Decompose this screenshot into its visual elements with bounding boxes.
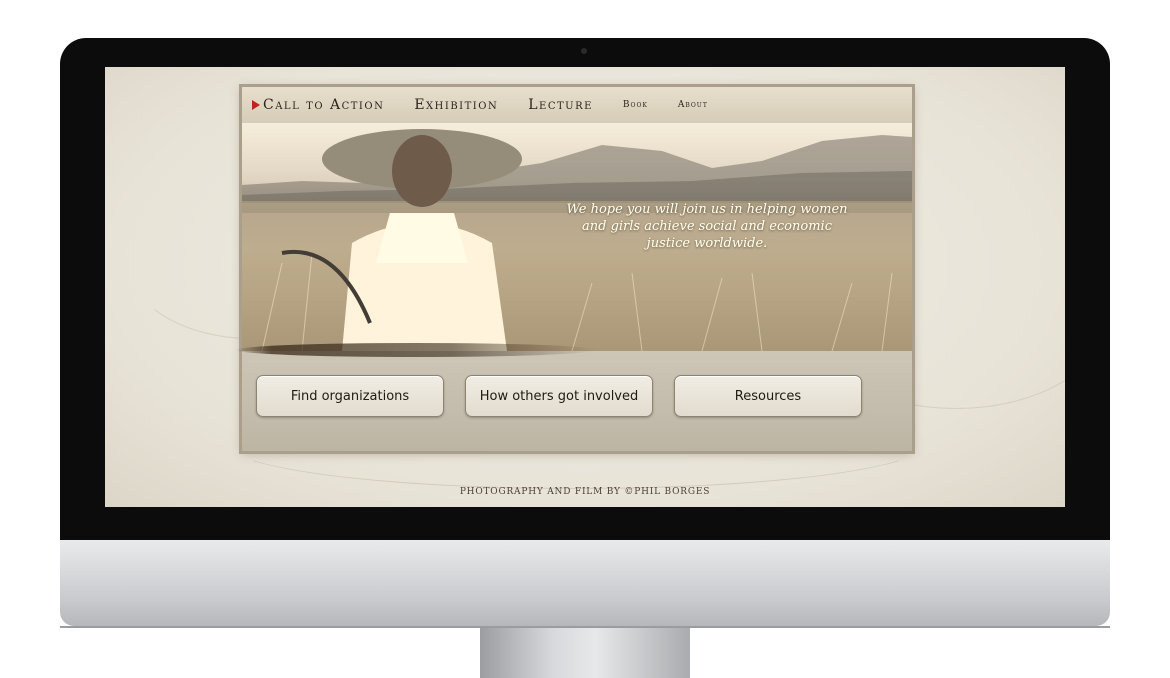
find-organizations-button[interactable]: Find organizations	[256, 375, 444, 417]
hero-photo: We hope you will join us in helping wome…	[242, 123, 912, 351]
nav-item-about[interactable]: About	[678, 100, 708, 110]
monitor-stand	[480, 628, 690, 678]
resources-button[interactable]: Resources	[674, 375, 862, 417]
monitor-chin	[60, 540, 1110, 626]
action-button-area: Find organizations How others got involv…	[236, 343, 912, 451]
how-others-got-involved-button[interactable]: How others got involved	[465, 375, 653, 417]
brush-stroke-divider	[236, 343, 596, 357]
main-navigation: Call to Action Exhibition Lecture Book A…	[242, 87, 912, 123]
girl-figure	[281, 129, 522, 351]
content-card: Call to Action Exhibition Lecture Book A…	[236, 87, 912, 451]
nav-label: Call to Action	[263, 97, 385, 113]
nav-item-lecture[interactable]: Lecture	[528, 97, 593, 113]
nav-item-call-to-action[interactable]: Call to Action	[252, 97, 384, 113]
red-triangle-icon	[252, 100, 260, 110]
webcam-icon	[581, 48, 587, 54]
hero-quote: We hope you will join us in helping wome…	[566, 202, 848, 251]
photo-credit: PHOTOGRAPHY AND FILM BY ©PHIL BORGES	[459, 487, 711, 497]
nav-item-exhibition[interactable]: Exhibition	[414, 97, 498, 113]
nav-item-book[interactable]: Book	[623, 100, 648, 110]
website-screen: Call to Action Exhibition Lecture Book A…	[105, 67, 1065, 507]
desktop-photo: Call to Action Exhibition Lecture Book A…	[0, 0, 1170, 678]
